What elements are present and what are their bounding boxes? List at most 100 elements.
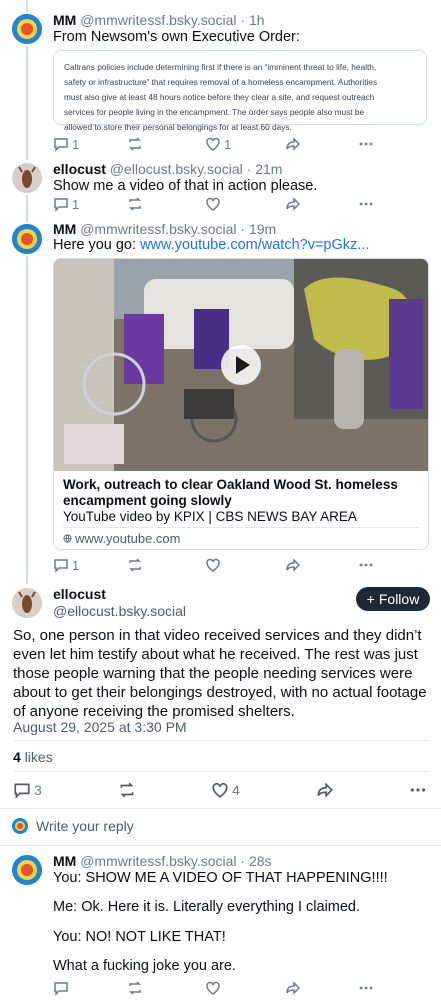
video-thumbnail[interactable] [54,259,428,471]
like-button[interactable]: 4 [211,781,240,799]
avatar[interactable] [12,224,42,254]
post-text: Show me a video of that in action please… [53,178,318,194]
post-text: Here you go: www.youtube.com/watch?v=pGk… [53,237,369,253]
post-actions [53,980,421,998]
more-button[interactable] [358,980,374,996]
post-date[interactable]: August 29, 2025 at 3:30 PM [13,719,187,735]
like-button[interactable] [205,196,221,212]
thread-line [26,46,28,160]
likes-summary[interactable]: 4 likes [13,749,53,765]
share-button[interactable] [285,196,301,212]
reply-button[interactable] [53,980,69,996]
divider [0,808,441,809]
share-button[interactable] [316,781,334,799]
reply-button[interactable]: 1 [53,557,79,573]
share-icon [286,981,301,995]
like-button[interactable] [205,980,221,996]
reply-button[interactable]: 3 [13,781,42,799]
post-header: MM @mmwritessf.bsky.social · 28s [53,853,272,869]
follow-button[interactable]: + Follow [356,587,430,611]
repost-button[interactable] [127,557,143,573]
link-card-title: Work, outreach to clear Oakland Wood St.… [63,477,398,508]
like-button[interactable] [205,557,221,573]
reply-icon [54,982,68,996]
repost-button[interactable] [127,136,146,152]
reply-composer[interactable]: Write your reply [12,818,134,834]
more-button[interactable] [358,557,374,573]
divider [0,845,441,846]
link-card-domain: www.youtube.com [63,531,181,546]
thread-line [26,195,28,222]
heart-icon [212,782,228,798]
repost-button[interactable] [127,196,143,212]
thread-line [26,256,28,584]
post-header: MM @mmwritessf.bsky.social · 1h [53,12,265,28]
like-count: 4 [232,782,240,798]
post-text-prefix: Here you go: [53,237,141,253]
post-header: MM @mmwritessf.bsky.social · 19m [53,221,276,237]
more-icon [359,986,373,990]
more-icon [359,202,373,206]
author-name[interactable]: MM [53,853,76,869]
link-card-domain-text: www.youtube.com [75,531,181,546]
follow-label: Follow [378,591,420,607]
likes-count: 4 [13,749,21,765]
quote-line: Caltrans policies include determining fi… [64,62,377,72]
more-button[interactable] [358,136,374,152]
like-count: 1 [224,136,232,152]
share-button[interactable] [285,557,301,573]
author-name[interactable]: ellocust [53,161,106,177]
heart-icon [206,981,220,995]
post-text: So, one person in that video received se… [13,627,427,720]
heart-icon [206,137,220,151]
reply-button[interactable]: 1 [53,196,79,212]
author-handle[interactable]: @ellocust.bsky.social [53,603,186,619]
thread-line [26,0,28,12]
repost-icon [129,558,141,572]
post-time[interactable]: · 19m [240,221,276,237]
reply-button[interactable]: 1 [53,136,79,152]
like-button[interactable]: 1 [205,136,231,152]
link-card[interactable]: Work, outreach to clear Oakland Wood St.… [53,258,429,550]
quoted-text-image[interactable]: Caltrans policies include determining fi… [53,50,427,132]
avatar[interactable] [12,163,42,193]
repost-icon [120,782,134,798]
play-button[interactable] [221,345,261,385]
post-time[interactable]: · 21m [247,161,283,177]
share-icon [286,137,301,151]
share-button[interactable] [285,136,301,152]
my-avatar [12,818,28,834]
more-button[interactable] [358,196,374,212]
reply-icon [14,783,30,799]
author-name[interactable]: ellocust [53,586,106,602]
share-button[interactable] [285,980,301,996]
globe-icon [63,534,72,543]
author-handle[interactable]: @mmwritessf.bsky.social [80,12,236,28]
reply-placeholder: Write your reply [36,818,134,834]
author-name[interactable]: MM [53,12,76,28]
play-icon [236,356,250,374]
repost-icon [129,137,141,151]
post-actions: 1 [53,557,421,575]
quote-line: safety or infrastructure” that requires … [64,77,378,87]
share-icon [317,782,333,798]
author-handle[interactable]: @mmwritessf.bsky.social [80,853,236,869]
share-icon [286,197,301,211]
repost-button[interactable] [127,980,143,996]
avatar[interactable] [12,588,42,618]
author-handle[interactable]: @ellocust.bsky.social [110,161,243,177]
divider [13,740,428,741]
author-name[interactable]: MM [53,221,76,237]
more-button[interactable] [409,781,427,799]
post-link[interactable]: www.youtube.com/watch?v=pGkz... [140,237,369,253]
avatar[interactable] [12,14,42,44]
more-icon [359,563,373,567]
reply-icon [54,138,68,152]
repost-button[interactable] [118,781,136,799]
post-time[interactable]: · 28s [240,853,271,869]
post-time[interactable]: · 1h [240,12,264,28]
repost-icon [129,197,141,211]
avatar[interactable] [12,855,42,885]
author-handle[interactable]: @mmwritessf.bsky.social [80,221,236,237]
more-icon [410,788,426,792]
